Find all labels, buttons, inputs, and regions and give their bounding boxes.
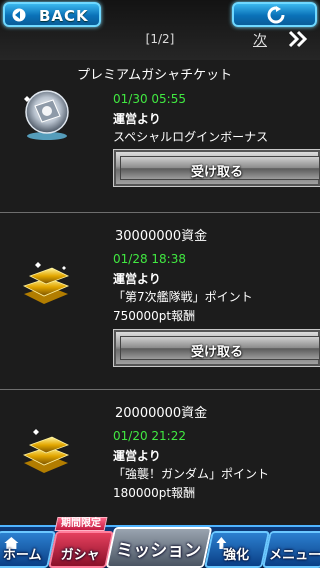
item-sender: 運営より bbox=[113, 112, 161, 126]
receive-button-label: 受け取る bbox=[190, 345, 243, 360]
receive-button[interactable]: 受け取る bbox=[113, 149, 320, 187]
next-page-link[interactable]: 次 bbox=[253, 30, 267, 50]
nav-home[interactable]: ホーム bbox=[0, 531, 56, 568]
page-indicator: [1/2] bbox=[145, 32, 175, 46]
receive-button-label: 受け取る bbox=[190, 165, 243, 180]
item-title: 20000000資金 bbox=[115, 406, 208, 421]
premium-gacha-ticket-icon bbox=[24, 90, 69, 140]
item-date: 01/20 21:22 bbox=[113, 429, 186, 443]
nav-menu[interactable]: メニュー bbox=[262, 531, 320, 568]
item-title: プレミアムガシャチケット bbox=[77, 68, 233, 83]
back-arrow-icon bbox=[12, 8, 26, 22]
item-date: 01/30 05:55 bbox=[113, 92, 186, 106]
list-item: 30000000資金 01/28 18:38 運営より 「第7次艦隊戦」ポイント… bbox=[0, 212, 320, 389]
nav-enhance-label: 強化 bbox=[223, 548, 250, 563]
nav-mission-label: ミッション bbox=[116, 541, 202, 561]
gold-bars-icon bbox=[22, 429, 70, 473]
list-item: 20000000資金 01/20 21:22 運営より 「強襲！ガンダム」ポイン… bbox=[0, 389, 320, 537]
item-reward-points: 750000pt報酬 bbox=[113, 309, 196, 323]
item-sender: 運営より bbox=[113, 272, 161, 286]
nav-gacha-label: ガシャ bbox=[60, 548, 100, 563]
item-description: 「第7次艦隊戦」ポイント bbox=[113, 290, 253, 304]
nav-home-label: ホーム bbox=[2, 548, 42, 563]
item-reward-points: 180000pt報酬 bbox=[113, 486, 196, 500]
refresh-icon bbox=[267, 6, 285, 24]
item-date: 01/28 18:38 bbox=[113, 252, 186, 266]
nav-enhance[interactable]: 強化 bbox=[204, 531, 270, 568]
nav-menu-label: メニュー bbox=[269, 548, 320, 563]
receive-button[interactable]: 受け取る bbox=[113, 329, 320, 367]
limited-time-badge-label: 期間限定 bbox=[61, 518, 101, 529]
list-item: プレミアムガシャチケット 01/30 05:55 運営より スペシャルログインボ… bbox=[0, 60, 320, 212]
limited-time-badge: 期間限定 bbox=[54, 517, 108, 531]
refresh-button[interactable] bbox=[232, 2, 317, 27]
present-list: プレミアムガシャチケット 01/30 05:55 運営より スペシャルログインボ… bbox=[0, 60, 320, 537]
item-description: 「強襲！ガンダム」ポイント bbox=[113, 467, 270, 481]
item-sender: 運営より bbox=[113, 449, 161, 463]
bottom-nav: ホーム ガシャ 期間限定 ミッション 強化 メニュー bbox=[0, 517, 320, 568]
item-title: 30000000資金 bbox=[115, 229, 208, 244]
back-button[interactable]: BACK bbox=[3, 2, 101, 27]
item-description: スペシャルログインボーナス bbox=[113, 130, 269, 144]
double-chevron-right-icon[interactable] bbox=[288, 30, 308, 48]
nav-mission[interactable]: ミッション bbox=[105, 527, 213, 568]
gold-bars-icon bbox=[22, 262, 70, 304]
header-bar: BACK [1/2] 次 bbox=[0, 0, 320, 60]
back-label: BACK bbox=[39, 7, 89, 25]
nav-gacha[interactable]: ガシャ bbox=[48, 531, 114, 568]
